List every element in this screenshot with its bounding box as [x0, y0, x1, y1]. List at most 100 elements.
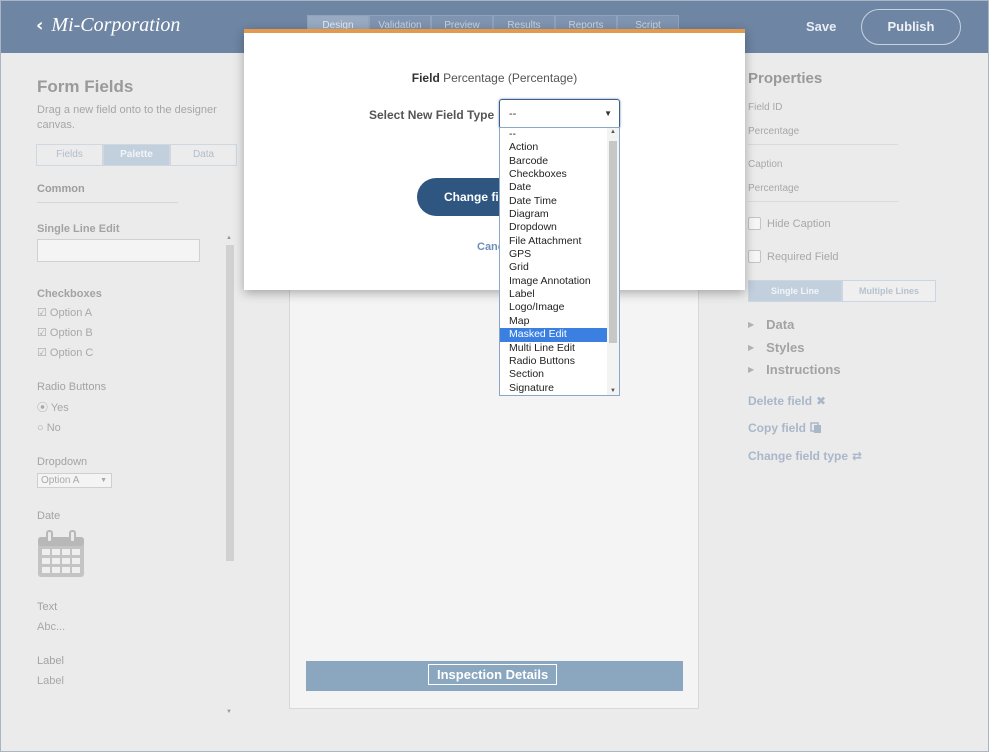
dropdown-option[interactable]: Radio Buttons — [500, 355, 607, 368]
dropdown-option[interactable]: Grid — [500, 261, 607, 274]
checkbox-option-a-label: Option A — [49, 307, 93, 319]
triangle-right-icon: ▶ — [748, 343, 755, 352]
dropdown-option[interactable]: File Attachment — [500, 235, 607, 248]
save-button[interactable]: Save — [806, 19, 836, 34]
hide-caption-label: Hide Caption — [767, 217, 831, 230]
panel-subtitle: Drag a new field onto to the designer ca… — [37, 104, 217, 131]
tab-palette[interactable]: Palette — [103, 144, 170, 166]
dropdown-option[interactable]: Section — [500, 368, 607, 381]
scrollbar-thumb[interactable] — [609, 141, 617, 343]
swap-icon: ⇄ — [852, 449, 863, 463]
dropdown-option[interactable]: Action — [500, 141, 607, 154]
required-field-checkbox[interactable]: Required Field — [748, 250, 839, 263]
text-label[interactable]: Text — [37, 601, 227, 613]
panel-tabs: Fields Palette Data — [36, 144, 237, 166]
checkbox-box[interactable] — [748, 217, 761, 230]
dropdown-option[interactable]: Date Time — [500, 195, 607, 208]
dropdown-option[interactable]: Map — [500, 315, 607, 328]
close-icon: ✖ — [816, 394, 827, 408]
change-field-type-dialog: Field Percentage (Percentage) Select New… — [244, 29, 745, 290]
hide-caption-checkbox[interactable]: Hide Caption — [748, 217, 831, 230]
dropdown-option[interactable]: Image Annotation — [500, 275, 607, 288]
properties-panel: Properties Field ID Percentage Caption P… — [748, 53, 989, 752]
single-line-toggle[interactable]: Single Line — [748, 280, 842, 302]
tab-fields[interactable]: Fields — [36, 144, 103, 166]
copy-field-link[interactable]: Copy field — [748, 421, 822, 435]
checkboxes-label[interactable]: Checkboxes — [37, 288, 227, 300]
caption-value[interactable]: Percentage — [748, 183, 898, 194]
dropdown-option[interactable]: Dropdown — [500, 221, 607, 234]
dropdown-option[interactable]: Signature — [500, 382, 607, 395]
delete-field-label: Delete field — [748, 394, 813, 408]
dropdown-option[interactable]: Date — [500, 181, 607, 194]
scroll-down-icon[interactable]: ▼ — [610, 388, 616, 394]
checkbox-option-a[interactable]: ☑ Option A — [37, 306, 227, 319]
delete-field-link[interactable]: Delete field ✖ — [748, 394, 826, 408]
section-header[interactable]: Inspection Details — [306, 661, 683, 691]
designer-canvas[interactable]: Inspection Details — [289, 288, 699, 709]
dropdown-option[interactable]: Masked Edit — [500, 328, 607, 342]
chevron-left-icon: ‹ — [36, 15, 44, 36]
publish-button[interactable]: Publish — [861, 9, 961, 45]
radio-buttons-label[interactable]: Radio Buttons — [37, 381, 227, 393]
section-data-label: Data — [766, 317, 795, 332]
dialog-field-info: Field Percentage (Percentage) — [244, 71, 745, 85]
triangle-right-icon: ▶ — [748, 320, 755, 329]
field-id-value[interactable]: Percentage — [748, 126, 898, 137]
brand-back-link[interactable]: ‹ Mi-Corporation — [36, 14, 180, 37]
field-prefix: Field — [411, 71, 440, 85]
change-field-type-link[interactable]: Change field type ⇄ — [748, 449, 862, 463]
label-sample: Label — [37, 675, 64, 687]
triangle-right-icon: ▶ — [748, 365, 755, 374]
section-styles[interactable]: ▶ Styles — [748, 340, 804, 355]
section-instructions[interactable]: ▶ Instructions — [748, 362, 841, 377]
tab-data[interactable]: Data — [170, 144, 237, 166]
dropdown-option[interactable]: Barcode — [500, 155, 607, 168]
scrollbar-thumb[interactable] — [226, 245, 234, 561]
dropdown-option[interactable]: Logo/Image — [500, 301, 607, 314]
section-title: Inspection Details — [428, 664, 558, 685]
copy-field-label: Copy field — [748, 421, 807, 435]
checkbox-box[interactable] — [748, 250, 761, 263]
single-line-edit-label[interactable]: Single Line Edit — [37, 223, 227, 235]
checkbox-option-c[interactable]: ☑ Option C — [37, 346, 227, 359]
dropdown-option[interactable]: Label — [500, 288, 607, 301]
field-id-label: Field ID — [748, 102, 783, 113]
palette-scrollbar[interactable]: ▲ ▼ — [224, 235, 236, 715]
form-fields-panel: Form Fields Drag a new field onto to the… — [0, 53, 240, 752]
dropdown-label[interactable]: Dropdown — [37, 456, 227, 468]
dropdown-option[interactable]: Diagram — [500, 208, 607, 221]
section-data[interactable]: ▶ Data — [748, 317, 794, 332]
radio-option-no-label: No — [46, 422, 61, 434]
radio-option-yes[interactable]: ⦿ Yes — [37, 399, 227, 415]
scroll-up-icon[interactable]: ▲ — [226, 235, 232, 241]
palette-list: Common Single Line Edit Checkboxes ☑ Opt… — [37, 183, 227, 687]
caret-down-icon: ▼ — [100, 477, 107, 484]
scroll-up-icon[interactable]: ▲ — [610, 129, 616, 135]
radio-option-no[interactable]: ○ No — [37, 422, 227, 434]
dropdown-scrollbar[interactable]: ▲ ▼ — [607, 128, 619, 395]
field-id-divider — [748, 144, 898, 145]
calendar-icon[interactable] — [37, 530, 85, 578]
common-heading: Common — [37, 183, 178, 203]
multiple-lines-toggle[interactable]: Multiple Lines — [842, 280, 936, 302]
dropdown-sample-value: Option A — [41, 475, 80, 486]
dropdown-option[interactable]: Multi Line Edit — [500, 342, 607, 355]
section-styles-label: Styles — [766, 340, 805, 355]
single-line-edit-sample[interactable] — [37, 239, 200, 262]
label-field-label[interactable]: Label — [37, 655, 227, 667]
dropdown-sample[interactable]: Option A ▼ — [37, 473, 112, 488]
field-type-select[interactable]: -- ▼ — [499, 99, 620, 129]
dropdown-option[interactable]: Checkboxes — [500, 168, 607, 181]
checkbox-option-b[interactable]: ☑ Option B — [37, 326, 227, 339]
radio-option-yes-label: Yes — [50, 402, 69, 414]
field-type-dropdown-list[interactable]: -- Action Barcode Checkboxes Date Date Time Di… — [499, 127, 620, 396]
dropdown-option[interactable]: -- — [500, 128, 607, 141]
properties-title: Properties — [748, 70, 823, 87]
date-label[interactable]: Date — [37, 510, 227, 522]
dropdown-option[interactable]: GPS — [500, 248, 607, 261]
scroll-down-icon[interactable]: ▼ — [226, 709, 232, 715]
panel-title: Form Fields — [37, 77, 134, 96]
change-field-type-label: Change field type — [748, 449, 849, 463]
caret-down-icon: ▼ — [604, 109, 612, 118]
